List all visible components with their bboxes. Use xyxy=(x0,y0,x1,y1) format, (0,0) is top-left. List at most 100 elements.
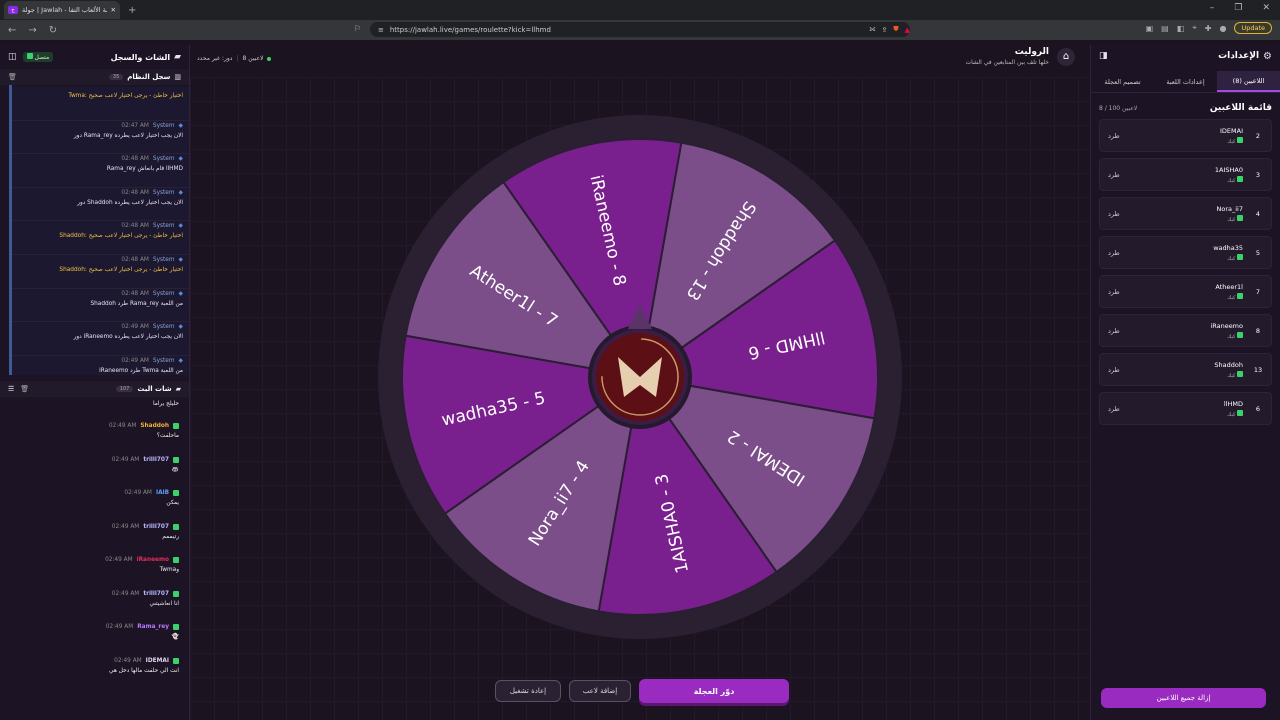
player-name-block: iRaneemo كيك xyxy=(1120,322,1243,340)
wallet-icon[interactable]: ▤ xyxy=(1161,24,1169,33)
spin-wheel-button[interactable]: دوّر العجلة xyxy=(639,679,789,703)
player-source-label: كيك xyxy=(1227,294,1236,301)
rewards-icon[interactable]: ▲ xyxy=(905,26,910,34)
chat-username: Rama_rey xyxy=(137,624,169,630)
player-source-label: كيك xyxy=(1227,372,1236,379)
log-item: Twma: اختيار خاطئ - يرجى اختيار لاعب صحي… xyxy=(12,87,189,121)
chat-bubble-icon: ▰ xyxy=(175,385,181,393)
puzzle-icon[interactable]: ✚ xyxy=(1205,24,1212,33)
chat-username: Shaddoh xyxy=(140,423,169,429)
home-button[interactable]: ⌂ xyxy=(1057,47,1075,66)
trash-icon[interactable]: 🗑 xyxy=(8,73,17,81)
chat-message: 02:49 AM trilli707 🦝 xyxy=(10,456,179,491)
remove-all-players-button[interactable]: إزالة جميع اللاعبين xyxy=(1101,688,1266,708)
left-panel-title: الشات والسجل xyxy=(110,52,171,62)
maximize-icon[interactable]: ❐ xyxy=(1234,3,1242,13)
log-time: 02:48 AM xyxy=(121,256,149,263)
player-source-label: كيك xyxy=(1227,177,1236,184)
tab-game-settings[interactable]: إعدادات اللعبة xyxy=(1154,71,1217,92)
chat-username: IDEMAI xyxy=(145,657,169,664)
player-source: كيك xyxy=(1120,409,1243,418)
roulette-wheel[interactable]: Shaddoh - 13llHMD - 6IDEMAI - 21AISHA0 -… xyxy=(378,115,902,639)
player-name-block: llHMD كيك xyxy=(1120,400,1243,418)
connection-label: متصل xyxy=(34,54,50,61)
player-row: طرد iRaneemo كيك 8 xyxy=(1099,314,1272,347)
chat-meta: 02:49 AM trilli707 xyxy=(10,456,179,463)
chat-time: 02:49 AM xyxy=(111,456,140,463)
forward-icon[interactable]: → xyxy=(28,25,36,36)
chat-text: Twmaو xyxy=(159,567,179,573)
kick-player-button[interactable]: طرد xyxy=(1108,171,1120,179)
tab-wheel-design[interactable]: تصميم العجلة xyxy=(1091,71,1154,92)
log-icon: ▥ xyxy=(174,73,181,81)
stream-chat-title: شات البث xyxy=(137,385,172,393)
log-message: Twma: اختيار خاطئ - يرجى اختيار لاعب صحي… xyxy=(68,93,183,99)
player-number: 8 xyxy=(1255,326,1261,335)
player-row: طرد IDEMAI كيك 2 xyxy=(1099,119,1272,152)
system-icon: ◆ xyxy=(178,256,183,263)
player-source: كيك xyxy=(1120,292,1243,301)
kick-player-button[interactable]: طرد xyxy=(1108,366,1120,374)
kick-player-button[interactable]: طرد xyxy=(1108,132,1120,140)
player-count: 8 لاعبين xyxy=(242,55,264,62)
chat-username: trilli707 xyxy=(143,523,169,530)
shields-icon[interactable]: ⛊ xyxy=(893,25,898,34)
player-source-label: كيك xyxy=(1227,411,1236,418)
chat-text: يمكن xyxy=(166,500,179,506)
log-item: 02:48 AM System ◆ Shaddoh: اختيار خاطئ - ير… xyxy=(12,221,189,255)
player-name-block: wadha35 كيك xyxy=(1120,244,1243,262)
kick-badge-icon xyxy=(173,590,179,597)
chat-meta: 02:49 AM trilli707 xyxy=(10,523,179,530)
profile-icon[interactable]: ● xyxy=(1219,24,1226,33)
kick-player-button[interactable]: طرد xyxy=(1108,249,1120,257)
browser-tab[interactable]: ج جولة | Jawlah - منصة الألعاب التفا ✕ xyxy=(4,1,120,19)
close-window-icon[interactable]: ✕ xyxy=(1262,3,1270,13)
player-source: كيك xyxy=(1120,175,1243,184)
pin-icon[interactable]: ⌖ xyxy=(1192,23,1197,33)
kick-player-button[interactable]: طرد xyxy=(1108,288,1120,296)
system-icon: ◆ xyxy=(178,324,183,331)
settings-tabs: تصميم العجلة إعدادات اللعبة اللاعبين (8) xyxy=(1091,71,1280,93)
chat-message: 02:49 AM trilli707 رتيممم xyxy=(10,523,179,558)
kick-player-button[interactable]: طرد xyxy=(1108,405,1120,413)
trash-icon[interactable]: 🗑 xyxy=(20,385,29,393)
update-button[interactable]: Update xyxy=(1234,22,1272,34)
log-meta: 02:48 AM System ◆ xyxy=(18,257,183,263)
new-tab-icon[interactable]: + xyxy=(128,5,136,16)
kick-player-button[interactable]: طرد xyxy=(1108,327,1120,335)
close-tab-icon[interactable]: ✕ xyxy=(111,6,116,14)
sidebar-icon[interactable]: ◧ xyxy=(1177,24,1185,33)
address-bar[interactable]: ≡ https://jawlah.live/games/roulette?kic… xyxy=(370,22,910,37)
restart-button[interactable]: إعادة تشغيل xyxy=(495,680,561,702)
log-message: دور iRaneemo الان يجب اختيار لاعب يطرده xyxy=(73,334,183,341)
extensions-icon[interactable]: ▣ xyxy=(1146,24,1154,33)
kick-badge-icon xyxy=(173,423,179,429)
reload-icon[interactable]: ↻ xyxy=(49,25,57,36)
gear-icon: ⚙ xyxy=(1263,50,1272,62)
collapse-panel-icon[interactable]: ◨ xyxy=(1099,51,1108,61)
tab-players[interactable]: اللاعبين (8) xyxy=(1217,71,1280,92)
log-time: 02:48 AM xyxy=(121,156,149,163)
bookmark-icon[interactable]: ⚐ xyxy=(354,24,361,33)
minimize-icon[interactable]: – xyxy=(1210,3,1215,13)
log-item: 02:47 AM System ◆ دور Rama_rey الان يجب اخت… xyxy=(12,120,189,155)
translate-icon[interactable]: ⟗ xyxy=(869,25,875,34)
system-icon: ◆ xyxy=(178,189,183,196)
chat-message: حليلج يراما xyxy=(10,401,179,423)
share-icon[interactable]: ⇪ xyxy=(881,26,887,34)
site-info-icon[interactable]: ≡ xyxy=(378,26,384,34)
player-name-block: 1AISHA0 كيك xyxy=(1120,166,1243,184)
player-source-label: كيك xyxy=(1227,216,1236,223)
log-time: 02:49 AM xyxy=(121,357,149,364)
chat-text: ماحلفت؟ xyxy=(156,433,179,439)
back-icon[interactable]: ← xyxy=(8,25,16,36)
player-row: طرد Shaddoh كيك 13 xyxy=(1099,353,1272,386)
player-name: Shaddoh xyxy=(1214,360,1243,369)
add-player-button[interactable]: إضافة لاعب xyxy=(569,680,631,702)
kick-player-button[interactable]: طرد xyxy=(1108,210,1120,218)
player-name-block: Atheer1l كيك xyxy=(1120,283,1243,301)
filter-icon[interactable]: ☰ xyxy=(8,385,14,393)
player-source-label: كيك xyxy=(1227,138,1236,145)
collapse-panel-icon[interactable]: ◫ xyxy=(8,52,17,62)
log-sender: System xyxy=(152,156,175,163)
